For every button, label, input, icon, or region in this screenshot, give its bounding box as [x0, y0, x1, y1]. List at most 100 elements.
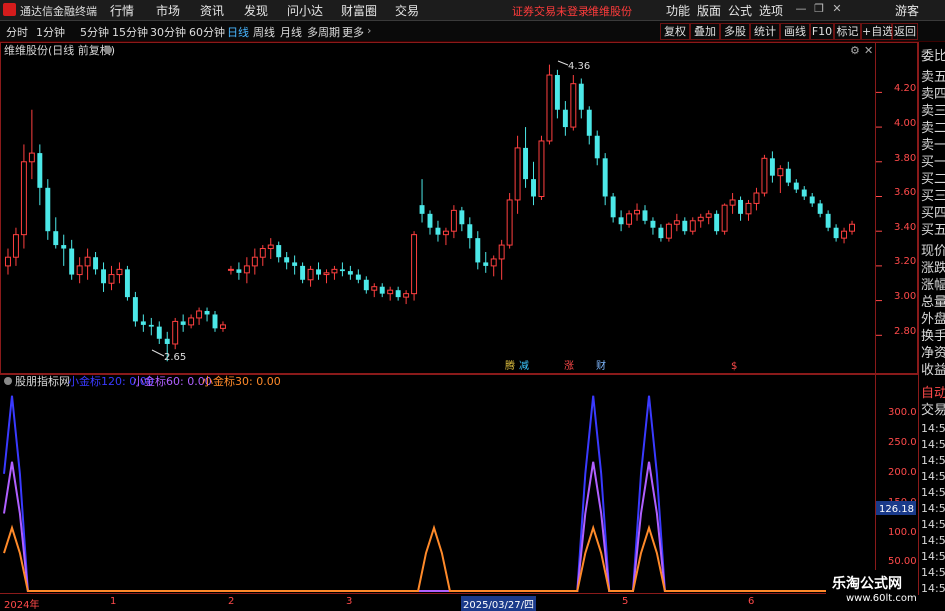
quote-label[interactable]: 收益 — [921, 359, 945, 378]
date-axis-row: 2024年 1 2 3 2025/03/27/四 5 6 — [0, 596, 918, 611]
restore-icon[interactable]: ❐ — [812, 2, 826, 16]
period-60min[interactable]: 60分钟 — [189, 24, 225, 40]
candle-body — [610, 196, 616, 218]
candle-body — [419, 205, 425, 214]
period-1min[interactable]: 1分钟 — [36, 24, 65, 40]
minimize-icon[interactable]: — — [794, 2, 808, 16]
period-monthly[interactable]: 月线 — [280, 24, 302, 40]
price-tick: 3.20 — [894, 256, 916, 267]
overlay-button[interactable]: 叠加 — [690, 23, 720, 40]
pane-close-icon[interactable]: ✕ — [864, 44, 873, 57]
tick-time: 14:56 — [921, 454, 945, 467]
menu-news[interactable]: 资讯 — [200, 2, 224, 19]
menu-formula[interactable]: 公式 — [728, 2, 752, 19]
f10-button[interactable]: F10 — [810, 23, 834, 40]
quote-label[interactable]: 委比 — [921, 45, 945, 64]
trade-tab[interactable]: 交易 — [921, 399, 945, 418]
chart-area[interactable]: 维维股份(日线 前复权) ⚙ ✕ 4.20 4.00 3.80 3.60 3.4… — [0, 42, 918, 595]
event-tag[interactable]: 腾 — [505, 359, 515, 372]
menu-wealth[interactable]: 财富圈 — [341, 2, 377, 19]
candle-body — [618, 217, 624, 225]
candle-body — [387, 289, 394, 295]
menu-market[interactable]: 市场 — [156, 2, 180, 19]
candle-body — [586, 109, 592, 136]
period-more[interactable]: 更多 — [342, 24, 364, 40]
candle-body — [395, 290, 401, 298]
candle-body — [347, 271, 353, 275]
period-15min[interactable]: 15分钟 — [112, 24, 148, 40]
candle-body — [20, 161, 27, 236]
candle-body — [108, 274, 115, 284]
indicator-tick: 50.00 — [888, 556, 917, 567]
chevron-right-icon[interactable]: › — [367, 24, 371, 37]
tick-time: 14:56 — [921, 438, 945, 451]
candle-body — [69, 248, 75, 275]
event-tag[interactable]: 涨 — [564, 360, 574, 372]
watermark-name: 乐淘公式网 — [832, 576, 902, 592]
candle-body — [483, 262, 489, 266]
period-weekly[interactable]: 周线 — [253, 24, 275, 40]
candle-body — [292, 262, 298, 266]
event-tag[interactable]: 财 — [596, 359, 606, 372]
candle-body — [817, 203, 823, 214]
event-tag[interactable]: 减 — [519, 360, 529, 372]
menu-discover[interactable]: 发现 — [244, 2, 268, 19]
candle-body — [212, 314, 218, 329]
period-30min[interactable]: 30分钟 — [150, 24, 186, 40]
candle-body — [673, 220, 680, 225]
multi-stock-button[interactable]: 多股 — [720, 23, 750, 40]
period-multi[interactable]: 多周期 — [307, 24, 340, 40]
candle-body — [761, 157, 768, 194]
watermark-url: www.60lt.com — [846, 593, 917, 604]
app-logo-icon — [3, 3, 16, 16]
menu-assistant[interactable]: 问小达 — [287, 2, 323, 19]
candle-body — [316, 269, 321, 275]
menu-options[interactable]: 选项 — [759, 2, 783, 19]
tick-time: 14:56 — [921, 550, 945, 563]
event-tag[interactable]: $ — [731, 361, 737, 372]
quote-label[interactable]: 买五 — [921, 219, 945, 238]
period-intraday[interactable]: 分时 — [6, 24, 28, 40]
restore-right-button[interactable]: 复权 — [660, 23, 690, 40]
indicator-line — [3, 395, 856, 592]
candle-body — [538, 140, 545, 197]
statistics-button[interactable]: 统计 — [750, 23, 780, 40]
candle-body — [442, 230, 449, 236]
candle-body — [101, 269, 107, 284]
guest-label[interactable]: 游客 — [895, 2, 919, 19]
chart-title-menu-icon[interactable] — [104, 46, 112, 54]
candle-body — [738, 199, 744, 214]
menu-layout[interactable]: 版面 — [697, 2, 721, 19]
candle-body — [411, 234, 418, 295]
tick-time: 14:56 — [921, 470, 945, 483]
menu-function[interactable]: 功能 — [666, 2, 690, 19]
candle-body — [12, 234, 19, 258]
candle-body — [467, 224, 473, 239]
candle-body — [490, 258, 497, 267]
candle-body — [634, 209, 640, 215]
candle-body — [450, 209, 457, 232]
settings-icon[interactable]: ⚙ — [850, 44, 860, 57]
candle-body — [403, 293, 410, 298]
mark-button[interactable]: 标记 — [834, 23, 861, 40]
candle-body — [427, 213, 433, 228]
candle-body — [196, 310, 203, 319]
date-axis: 2024年 — [4, 594, 39, 595]
period-5min[interactable]: 5分钟 — [80, 24, 109, 40]
menu-trade[interactable]: 交易 — [395, 2, 419, 19]
candle-body — [37, 153, 43, 188]
candle-body — [578, 83, 584, 110]
candle-body — [148, 324, 154, 327]
back-button[interactable]: 返回 — [892, 23, 918, 40]
indicator-menu-icon[interactable] — [4, 377, 12, 385]
add-watchlist-button[interactable]: +自选 — [861, 23, 893, 40]
close-icon[interactable]: ✕ — [830, 2, 844, 16]
draw-line-button[interactable]: 画线 — [780, 23, 810, 40]
high-price-label: 4.36 — [568, 61, 590, 72]
login-status[interactable]: 证券交易未登录 — [512, 3, 589, 19]
candle-body — [546, 74, 553, 142]
menu-quotes[interactable]: 行情 — [110, 2, 134, 19]
candle-body — [300, 265, 306, 280]
period-daily[interactable]: 日线 — [227, 24, 249, 40]
candle-body — [61, 245, 67, 249]
